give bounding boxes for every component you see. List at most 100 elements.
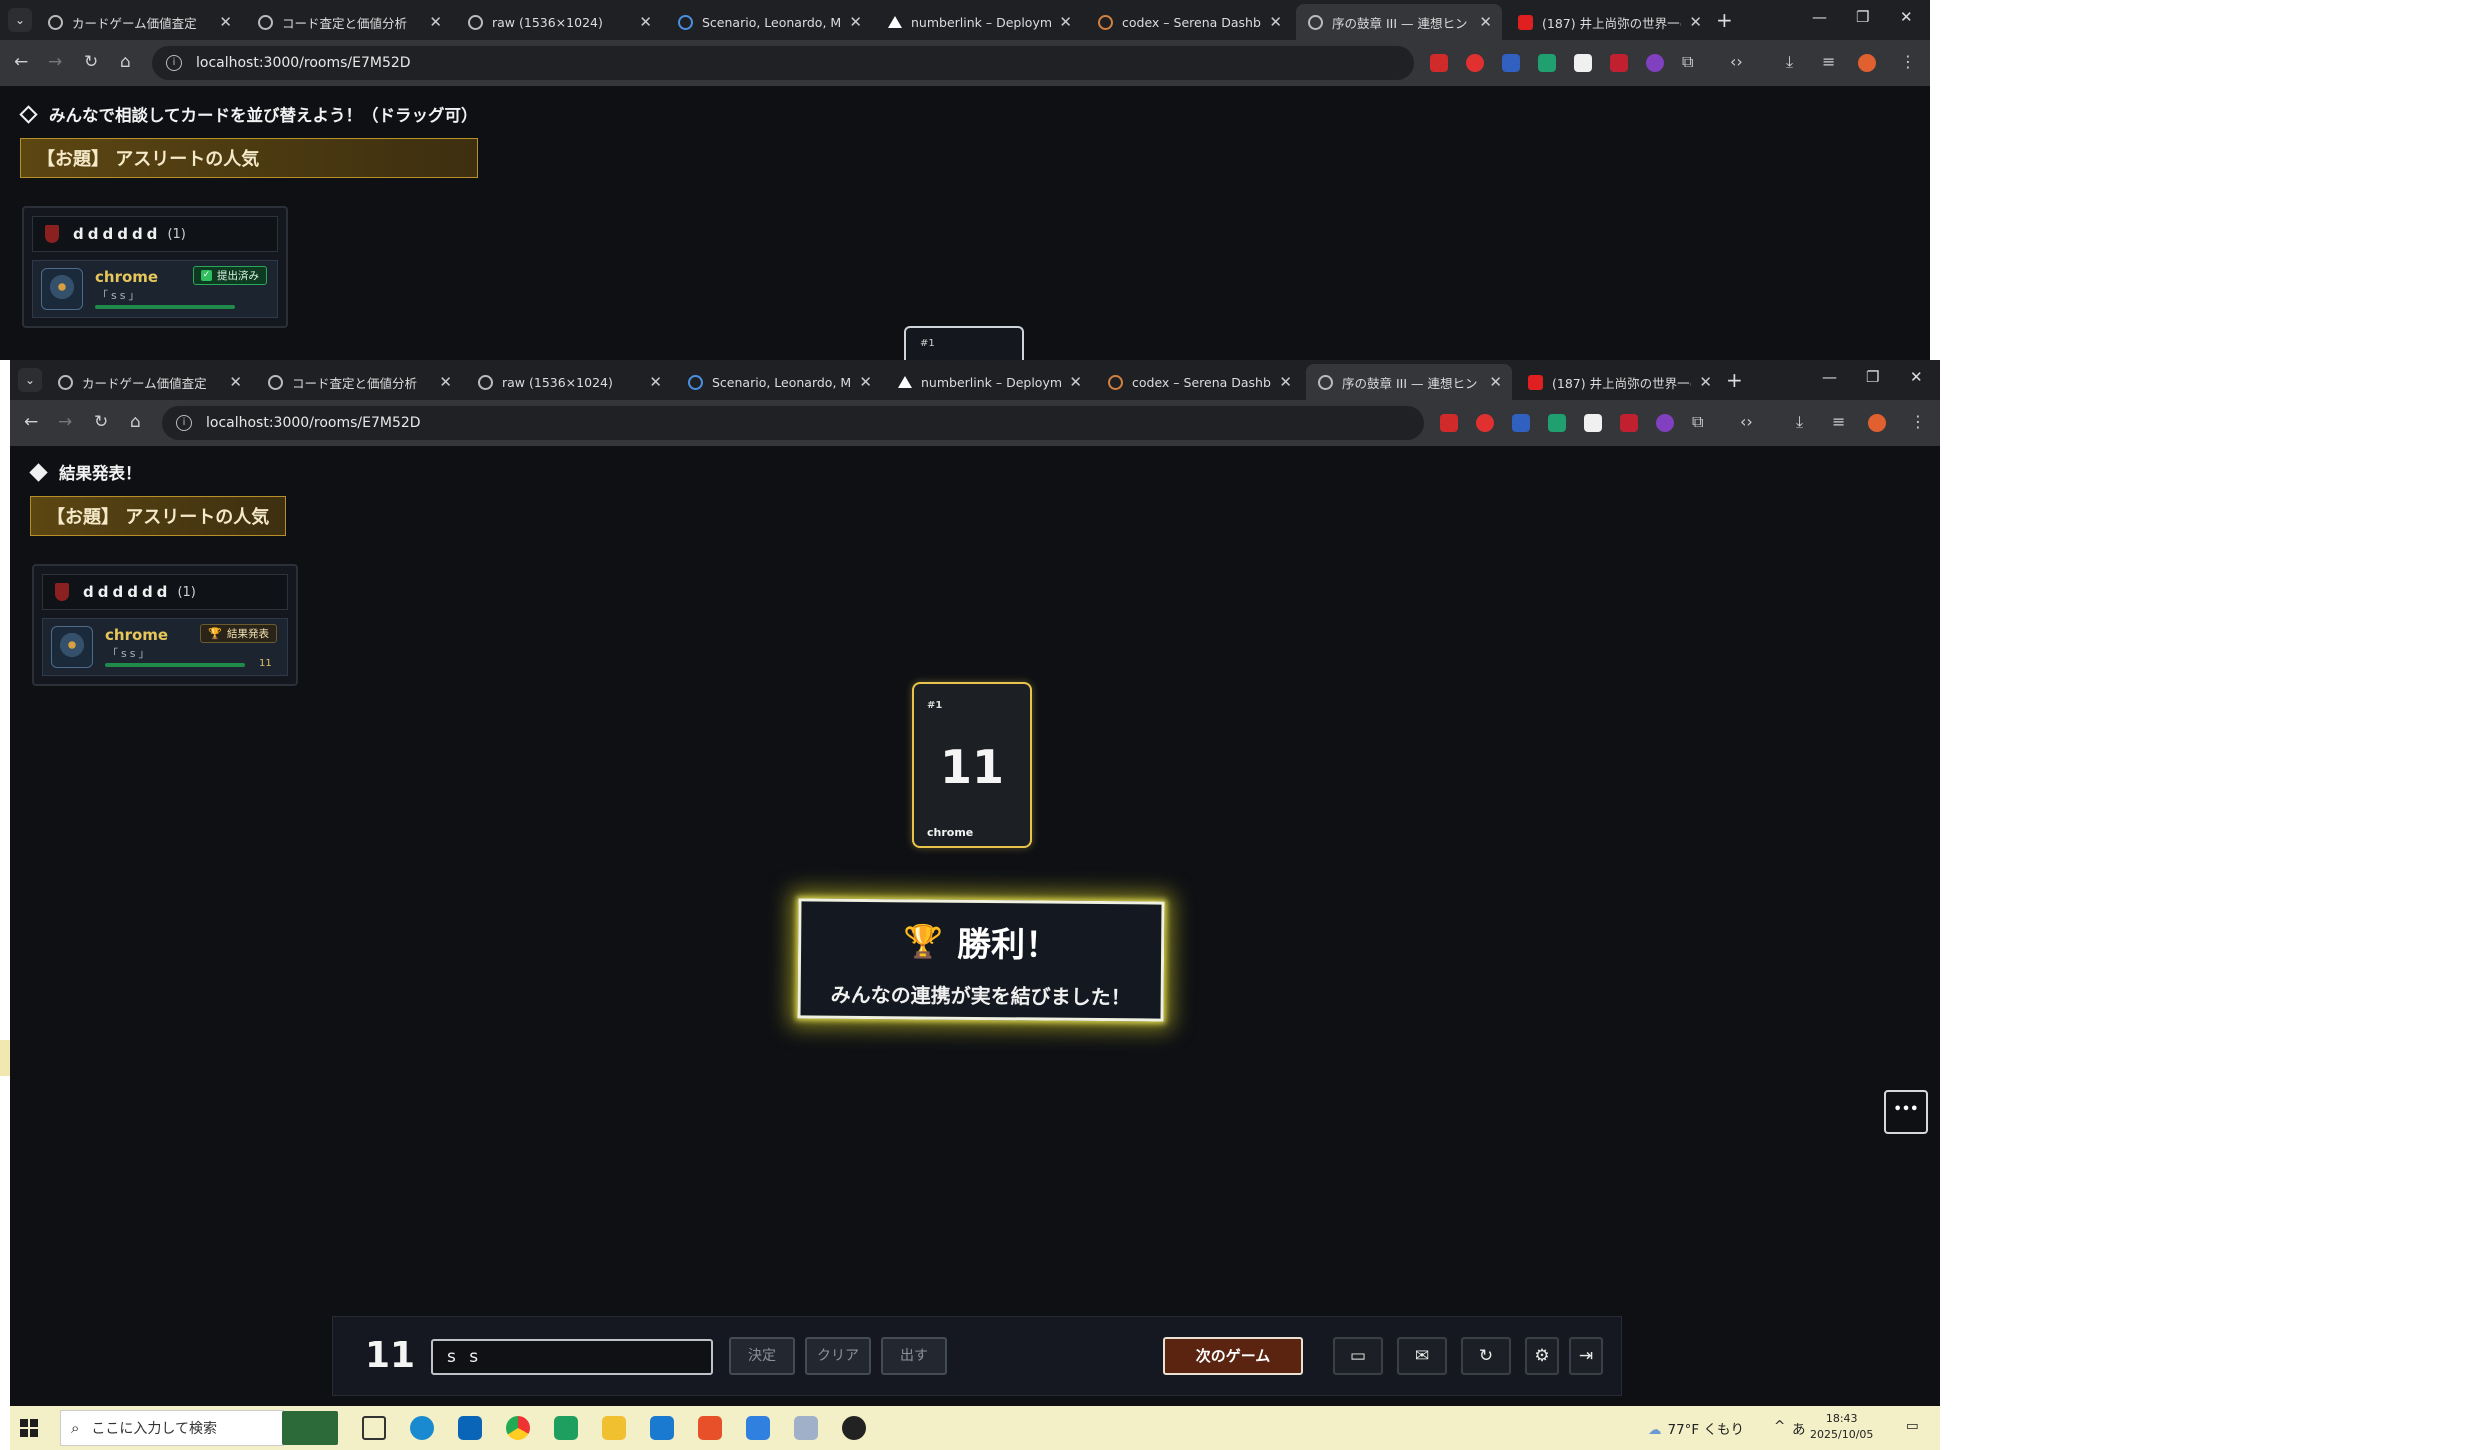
close-tab-icon[interactable]: ✕ xyxy=(1489,373,1502,391)
profile-avatar[interactable] xyxy=(1858,54,1876,72)
chrome-icon[interactable] xyxy=(506,1416,530,1440)
tab[interactable]: raw (1536×1024) ✕ xyxy=(456,4,662,40)
tray-chevron-icon[interactable]: ^ xyxy=(1774,1418,1785,1434)
tab[interactable]: Scenario, Leonardo, Midjo✕ xyxy=(666,4,872,40)
close-window-button[interactable]: ✕ xyxy=(1910,368,1923,386)
clock[interactable]: 18:43 2025/10/05 xyxy=(1810,1411,1873,1443)
menu-icon[interactable]: ⋮ xyxy=(1900,52,1916,71)
profile-avatar[interactable] xyxy=(1868,414,1886,432)
home-icon[interactable]: ⌂ xyxy=(130,412,141,432)
tab[interactable]: コード査定と価値分析 ✕ xyxy=(256,364,462,400)
tab[interactable]: (187) 井上尚弥の世界一の ✕ xyxy=(1506,4,1712,40)
close-tab-icon[interactable]: ✕ xyxy=(1279,373,1292,391)
close-tab-icon[interactable]: ✕ xyxy=(849,13,862,31)
weather-widget[interactable]: ☁ 77°F くもり xyxy=(1648,1418,1744,1438)
site-info-icon[interactable]: i xyxy=(176,415,192,431)
address-bar[interactable]: i localhost:3000/rooms/E7M52D xyxy=(152,46,1414,80)
extension-icon[interactable] xyxy=(1584,414,1602,432)
chat-button[interactable]: ••• xyxy=(1884,1090,1928,1134)
close-tab-icon[interactable]: ✕ xyxy=(229,373,242,391)
reload-icon[interactable]: ↻ xyxy=(84,52,98,72)
taskbar-search[interactable]: ⌕ ここに入力して検索 xyxy=(60,1410,284,1446)
media-icon[interactable]: ≡ xyxy=(1822,52,1835,71)
devtools-icon[interactable]: ‹› xyxy=(1740,412,1753,431)
adblock-icon[interactable] xyxy=(1440,414,1458,432)
card-icon[interactable]: ▭ xyxy=(1333,1337,1383,1375)
restore-button[interactable]: ❐ xyxy=(1866,368,1879,386)
close-tab-icon[interactable]: ✕ xyxy=(439,373,452,391)
tab[interactable]: numberlink – Deployment✕ xyxy=(886,364,1092,400)
site-info-icon[interactable]: i xyxy=(166,55,182,71)
close-tab-icon[interactable]: ✕ xyxy=(1479,13,1492,31)
app-icon[interactable] xyxy=(794,1416,818,1440)
refresh-icon[interactable]: ↻ xyxy=(1461,1337,1511,1375)
confirm-button[interactable]: 決定 xyxy=(729,1337,795,1375)
back-icon[interactable]: ← xyxy=(24,412,38,432)
tab[interactable]: カードゲーム価値査定 ✕ xyxy=(46,364,252,400)
tab[interactable]: raw (1536×1024) ✕ xyxy=(466,364,672,400)
forward-icon[interactable]: → xyxy=(58,412,72,432)
tab[interactable]: コード査定と価値分析 ✕ xyxy=(246,4,452,40)
file-explorer-icon[interactable] xyxy=(602,1416,626,1440)
address-bar[interactable]: i localhost:3000/rooms/E7M52D xyxy=(162,406,1424,440)
number-card[interactable]: #1 11 chrome xyxy=(912,682,1032,848)
vscode-icon[interactable] xyxy=(650,1416,674,1440)
next-game-button[interactable]: 次のゲーム xyxy=(1163,1337,1303,1375)
hint-input[interactable]: s s xyxy=(431,1339,713,1375)
adblock-icon[interactable] xyxy=(1430,54,1448,72)
settings-icon[interactable]: ⚙ xyxy=(1525,1337,1559,1375)
extension-icon[interactable] xyxy=(1548,414,1566,432)
new-tab-button[interactable]: + xyxy=(1716,8,1733,32)
new-tab-button[interactable]: + xyxy=(1726,368,1743,392)
devtools-icon[interactable]: ‹› xyxy=(1730,52,1743,71)
close-tab-icon[interactable]: ✕ xyxy=(1069,373,1082,391)
store-icon[interactable] xyxy=(746,1416,770,1440)
extension-icon[interactable] xyxy=(1502,54,1520,72)
tab-search-button[interactable]: ⌄ xyxy=(18,368,42,392)
ime-indicator[interactable]: あ xyxy=(1792,1418,1806,1438)
vscode-insiders-icon[interactable] xyxy=(554,1416,578,1440)
forward-icon[interactable]: → xyxy=(48,52,62,72)
reload-icon[interactable]: ↻ xyxy=(94,412,108,432)
extension-icon[interactable] xyxy=(1646,54,1664,72)
brave-icon[interactable] xyxy=(698,1416,722,1440)
notification-icon[interactable]: ▭ xyxy=(1906,1418,1919,1434)
cortana-icon[interactable] xyxy=(282,1411,338,1445)
tab[interactable]: カードゲーム価値査定 ✕ xyxy=(36,4,242,40)
extension-icon[interactable] xyxy=(1610,54,1628,72)
close-tab-icon[interactable]: ✕ xyxy=(1269,13,1282,31)
close-tab-icon[interactable]: ✕ xyxy=(429,13,442,31)
tab[interactable]: numberlink – Deployment✕ xyxy=(876,4,1082,40)
tab[interactable]: Scenario, Leonardo, Midjo✕ xyxy=(676,364,882,400)
chat-bubbles-icon[interactable]: ✉ xyxy=(1397,1337,1447,1375)
close-tab-icon[interactable]: ✕ xyxy=(639,13,652,31)
extensions-puzzle-icon[interactable]: ⧉ xyxy=(1682,52,1693,72)
task-view-icon[interactable] xyxy=(362,1416,386,1440)
clear-button[interactable]: クリア xyxy=(805,1337,871,1375)
download-icon[interactable]: ⤓ xyxy=(1786,52,1793,72)
minimize-button[interactable]: — xyxy=(1812,8,1827,26)
windows-start-icon[interactable] xyxy=(20,1419,38,1437)
tab-active[interactable]: 序の鼓章 III — 連想ヒントで✕ xyxy=(1296,4,1502,40)
media-icon[interactable]: ≡ xyxy=(1832,412,1845,431)
extension-icon[interactable] xyxy=(1476,414,1494,432)
close-tab-icon[interactable]: ✕ xyxy=(1689,13,1702,31)
edge-icon[interactable] xyxy=(410,1416,434,1440)
extension-icon[interactable] xyxy=(1620,414,1638,432)
restore-button[interactable]: ❐ xyxy=(1856,8,1869,26)
close-tab-icon[interactable]: ✕ xyxy=(1059,13,1072,31)
minimize-button[interactable]: — xyxy=(1822,368,1837,386)
close-tab-icon[interactable]: ✕ xyxy=(649,373,662,391)
extension-icon[interactable] xyxy=(1512,414,1530,432)
tab[interactable]: (187) 井上尚弥の世界一の ✕ xyxy=(1516,364,1722,400)
tab[interactable]: codex – Serena Dashboard✕ xyxy=(1096,364,1302,400)
download-icon[interactable]: ⤓ xyxy=(1796,412,1803,432)
submit-button[interactable]: 出す xyxy=(881,1337,947,1375)
close-tab-icon[interactable]: ✕ xyxy=(219,13,232,31)
extension-icon[interactable] xyxy=(1466,54,1484,72)
exit-icon[interactable]: ⇥ xyxy=(1569,1337,1603,1375)
card-slot[interactable]: #1 xyxy=(904,326,1024,360)
extensions-puzzle-icon[interactable]: ⧉ xyxy=(1692,412,1703,432)
back-icon[interactable]: ← xyxy=(14,52,28,72)
tab-search-button[interactable]: ⌄ xyxy=(8,8,32,32)
